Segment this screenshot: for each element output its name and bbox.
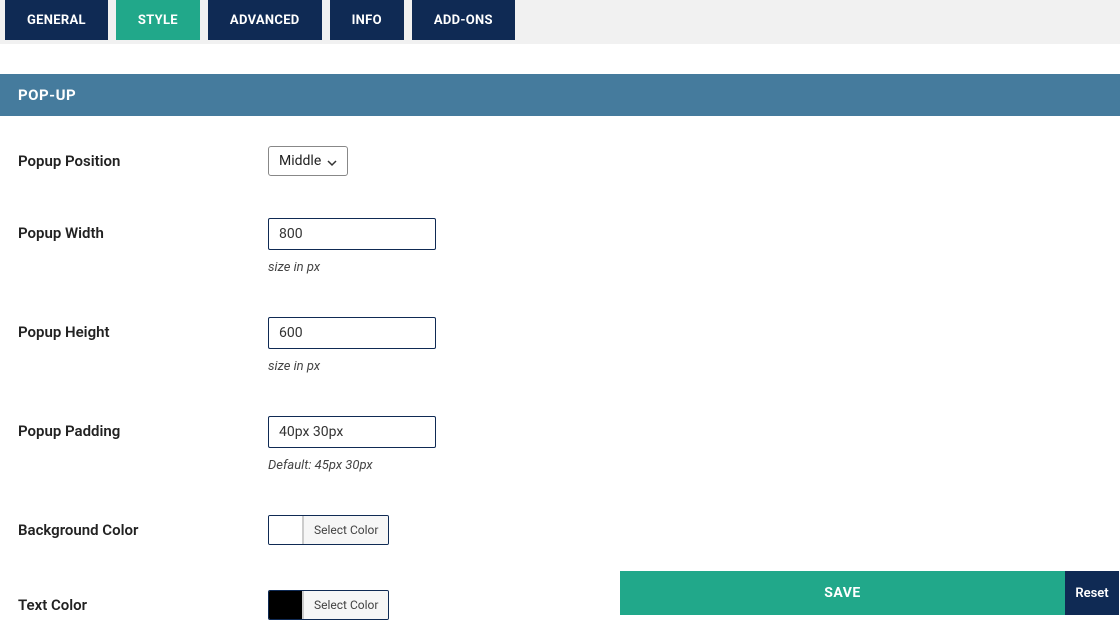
popup-width-input[interactable] [268, 218, 436, 250]
tab-bar: GENERAL STYLE ADVANCED INFO ADD-ONS [0, 0, 1120, 44]
label-popup-height: Popup Height [18, 317, 268, 341]
tab-style[interactable]: STYLE [116, 0, 200, 40]
background-select-color-button[interactable]: Select Color [303, 516, 388, 544]
form-area: Popup Position Middle Popup Width size i… [0, 116, 1120, 623]
popup-width-hint: size in px [268, 260, 1102, 275]
section-title: POP-UP [0, 74, 1120, 116]
popup-height-input[interactable] [268, 317, 436, 349]
label-popup-position: Popup Position [18, 146, 268, 170]
popup-padding-input[interactable] [268, 416, 436, 448]
popup-height-hint: size in px [268, 359, 1102, 374]
label-text-color: Text Color [18, 590, 268, 614]
popup-position-select[interactable]: Middle [268, 146, 348, 176]
row-background-color: Background Color Select Color [18, 515, 1102, 548]
label-background-color: Background Color [18, 515, 268, 539]
save-button[interactable]: SAVE [620, 571, 1065, 615]
label-popup-width: Popup Width [18, 218, 268, 242]
text-color-swatch [269, 591, 303, 619]
background-color-swatch [269, 516, 303, 544]
text-color-picker[interactable]: Select Color [268, 590, 389, 620]
text-select-color-button[interactable]: Select Color [303, 591, 388, 619]
footer-bar: SAVE Reset [620, 571, 1119, 615]
row-popup-padding: Popup Padding Default: 45px 30px [18, 416, 1102, 473]
row-popup-position: Popup Position Middle [18, 146, 1102, 176]
popup-padding-hint: Default: 45px 30px [268, 458, 1102, 473]
tab-addons[interactable]: ADD-ONS [412, 0, 515, 40]
row-popup-width: Popup Width size in px [18, 218, 1102, 275]
tab-info[interactable]: INFO [330, 0, 404, 40]
tab-general[interactable]: GENERAL [5, 0, 108, 40]
background-color-picker[interactable]: Select Color [268, 515, 389, 545]
tab-advanced[interactable]: ADVANCED [208, 0, 322, 40]
reset-button[interactable]: Reset [1065, 571, 1119, 615]
popup-position-value: Middle [279, 153, 321, 169]
row-popup-height: Popup Height size in px [18, 317, 1102, 374]
chevron-down-icon [327, 156, 337, 166]
label-popup-padding: Popup Padding [18, 416, 268, 440]
